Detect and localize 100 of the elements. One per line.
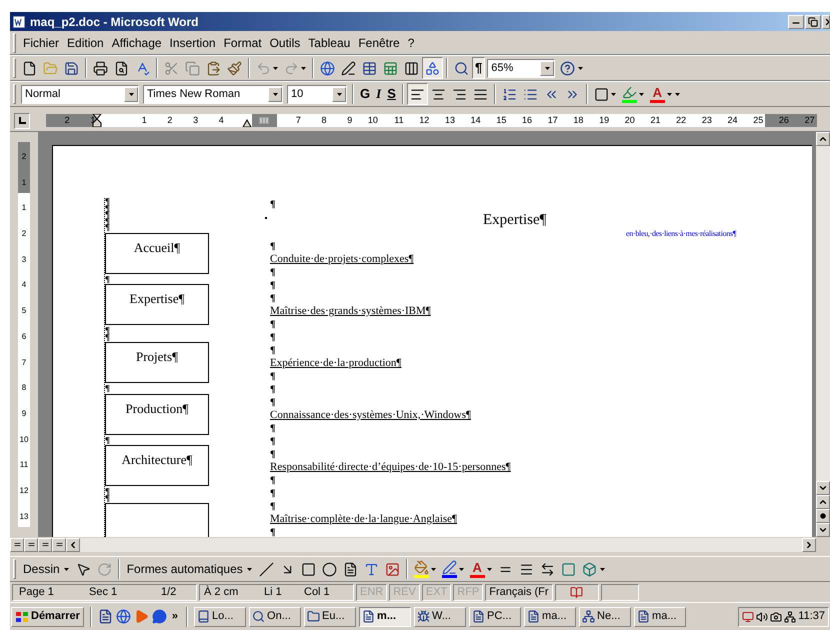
print-preview-icon	[114, 60, 129, 76]
italic-button[interactable]: I	[373, 83, 384, 105]
ruler-number: 11	[18, 450, 30, 476]
menu-item[interactable]: Fenêtre	[354, 34, 404, 52]
line-status: Li 1	[264, 584, 283, 600]
underline-button[interactable]: S	[384, 83, 399, 105]
link[interactable]: Connaissance·des·systèmes·Unix,·Windows¶	[270, 409, 471, 422]
previous-page-button[interactable]	[816, 495, 830, 509]
ruler-number: 13	[18, 502, 30, 528]
taskbar-button[interactable]: Ne...	[579, 606, 632, 626]
link[interactable]: Responsabilité·directe·d’équipes·de·10-15·personnes¶	[270, 461, 511, 474]
scroll-down-button[interactable]	[816, 481, 830, 495]
nav-label: Accueil¶	[134, 240, 180, 256]
menu-item[interactable]: Insertion	[166, 34, 220, 52]
taskbar-button[interactable]: ma...	[634, 606, 686, 626]
browser-icon[interactable]	[116, 609, 131, 624]
taskbar-button[interactable]: ma...	[524, 606, 576, 626]
menu-item[interactable]: Tableau	[304, 34, 354, 52]
ruler-number: 19	[585, 114, 612, 127]
zoom-dropdown[interactable]: 65%	[487, 58, 556, 78]
drawing-button[interactable]	[422, 57, 443, 79]
start-button[interactable]: Démarrer	[11, 606, 84, 626]
bold-button[interactable]: G	[357, 83, 374, 105]
link[interactable]: Maîtrise·complète·de·la·langue·Anglaise¶	[270, 513, 458, 526]
dash-style-icon	[518, 562, 534, 576]
scroll-right-button[interactable]	[802, 538, 816, 552]
caret-icon	[638, 92, 644, 96]
web-view-button[interactable]	[24, 538, 38, 552]
spelling-status-icon[interactable]	[570, 586, 584, 598]
close-button[interactable]	[822, 14, 830, 28]
taskbar-button[interactable]: PC...	[469, 606, 522, 626]
autoshapes-menu-button[interactable]: Formes automatiques	[122, 558, 256, 580]
paragraph-mark: ¶	[270, 448, 276, 461]
ruler-number: 17	[534, 114, 560, 127]
font-dropdown[interactable]: Times New Roman	[143, 84, 283, 104]
normal-view-button[interactable]	[10, 538, 24, 552]
paint-bucket-icon	[414, 560, 429, 575]
word-art-icon	[364, 562, 379, 576]
paragraph-mark: ¶	[105, 385, 111, 392]
next-page-button[interactable]	[816, 523, 830, 537]
right-indent-marker-icon	[242, 119, 252, 127]
ruler-number: 4	[200, 114, 226, 127]
ruler-number: 8	[302, 114, 329, 127]
ruler-number: 1	[123, 114, 149, 127]
font-color-button[interactable]: A	[466, 558, 495, 580]
outline-view-button[interactable]	[52, 538, 66, 552]
paragraph-mark: ¶	[105, 436, 111, 443]
paragraph-mark: ¶	[105, 218, 111, 224]
ruler-number: 10	[18, 424, 30, 450]
paragraph-mark: ¶	[270, 383, 276, 396]
restore-button[interactable]	[805, 14, 821, 28]
chat-icon[interactable]	[152, 609, 167, 624]
caret-icon	[128, 92, 134, 96]
page-count-status: 1/2	[161, 584, 176, 600]
link[interactable]: Maîtrise·des·grands·systèmes·IBM¶	[270, 305, 431, 318]
scroll-up-button[interactable]	[816, 132, 830, 146]
search-icon	[454, 60, 469, 76]
menu-item[interactable]: Outils	[266, 34, 304, 52]
camera-icon[interactable]	[770, 610, 782, 622]
menu-item[interactable]: Edition	[63, 34, 108, 52]
ruler-number: 11	[380, 114, 406, 127]
more-button[interactable]: »	[170, 608, 180, 625]
paragraph-mark: ¶	[270, 318, 276, 331]
taskbar-button[interactable]: m...	[359, 606, 412, 626]
volume-icon[interactable]	[756, 610, 768, 622]
numbered-list-icon	[502, 86, 517, 102]
font-color-button[interactable]: A	[646, 83, 675, 105]
desktop-icon[interactable]	[98, 609, 113, 624]
paragraph-mark: ¶	[270, 396, 276, 409]
browse-object-button[interactable]	[816, 509, 830, 523]
page-view-button[interactable]	[38, 538, 52, 552]
paragraph-mark: ¶	[270, 331, 276, 344]
minimize-button[interactable]	[788, 14, 804, 28]
ruler-number: 16	[508, 114, 534, 127]
link[interactable]: Conduite·de·projets·complexes¶	[270, 253, 414, 266]
tab-stop-button[interactable]	[14, 112, 30, 128]
taskbar-button[interactable]: On...	[249, 606, 302, 626]
font-size-dropdown[interactable]: 10	[287, 84, 347, 104]
taskbar-button[interactable]: W...	[414, 606, 466, 626]
marks-button[interactable]: ¶	[472, 57, 486, 79]
ruler-number: 4	[18, 270, 30, 296]
style-dropdown[interactable]: Normal	[21, 84, 139, 104]
network-icon[interactable]	[784, 610, 796, 622]
paragraph-mark: ¶	[105, 224, 111, 230]
link[interactable]: Expérience·de·la·production¶	[270, 357, 402, 370]
align-left-button[interactable]	[406, 83, 428, 105]
paragraph-mark: ¶	[270, 422, 276, 435]
language-status: Français (Fr	[485, 584, 553, 600]
scroll-left-button[interactable]	[66, 538, 80, 552]
menu-item[interactable]: ?	[404, 34, 418, 52]
draw-menu-button[interactable]: Dessin	[19, 558, 73, 580]
tray-icon[interactable]	[742, 610, 754, 622]
menu-item[interactable]: Format	[220, 34, 266, 52]
outline-view-icon	[54, 540, 64, 549]
picture-icon	[384, 562, 400, 576]
menu-item[interactable]: Fichier	[19, 34, 64, 52]
taskbar-button[interactable]: Eu...	[304, 606, 356, 626]
taskbar-button[interactable]: Lo...	[194, 606, 246, 626]
menu-item[interactable]: Affichage	[108, 34, 166, 52]
rectangle-icon	[300, 562, 316, 576]
